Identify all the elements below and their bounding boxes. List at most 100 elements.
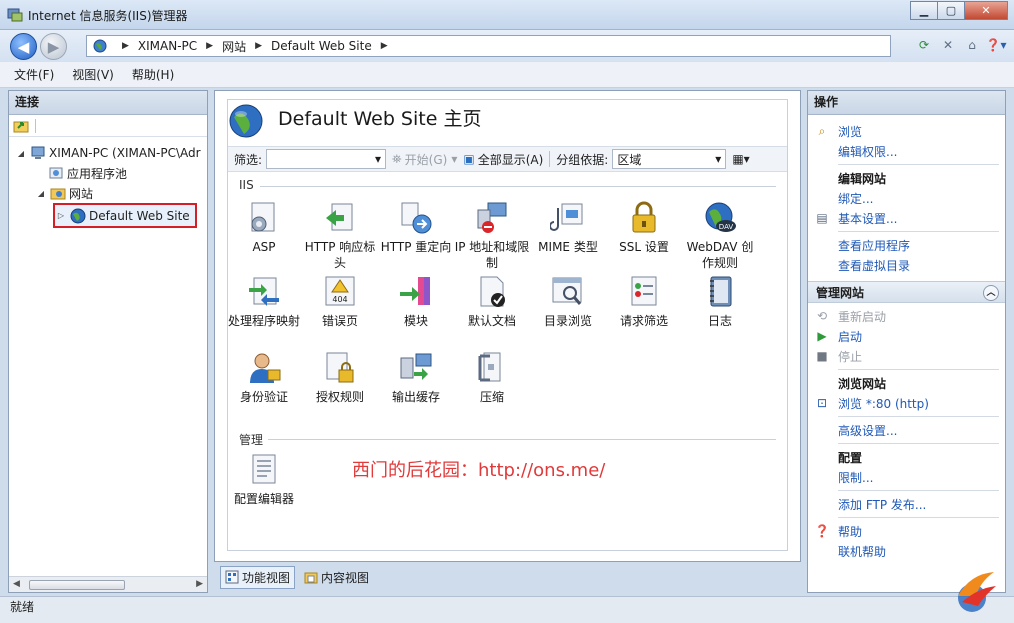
action-edit-permissions[interactable]: 编辑权限... xyxy=(808,141,1005,161)
filter-input[interactable]: ▾ xyxy=(266,149,387,169)
feature-http-response-headers[interactable]: HTTP 响应标头 xyxy=(302,200,378,271)
tree-label: XIMAN-PC (XIMAN-PC\Adr xyxy=(49,146,201,160)
feature-asp[interactable]: ASP xyxy=(226,200,302,255)
connections-tree: ◢ XIMAN-PC (XIMAN-PC\Adr 应用程序池 ◢ 网站 ▷ De… xyxy=(9,137,207,228)
show-all-button[interactable]: ▣ 全部显示(A) xyxy=(463,151,543,168)
site-globe-icon xyxy=(229,104,263,138)
chevron-right-icon: ▶ xyxy=(122,41,129,51)
feature-error-pages[interactable]: 404 错误页 xyxy=(302,274,378,329)
address-segment-sites[interactable]: 网站 xyxy=(222,38,246,55)
feature-ip-domain-restrictions[interactable]: IP 地址和域限制 xyxy=(454,200,530,271)
action-bindings[interactable]: 绑定... xyxy=(808,188,1005,208)
action-advanced-settings[interactable]: 高级设置... xyxy=(808,420,1005,440)
back-button[interactable]: ◀ xyxy=(10,33,37,60)
action-help[interactable]: ❓ 帮助 xyxy=(808,521,1005,541)
scroll-left-icon[interactable]: ◀ xyxy=(13,579,20,589)
address-toolbar: ⟳ ✕ ⌂ ❓▾ xyxy=(910,36,1007,54)
feature-logging[interactable]: 日志 xyxy=(682,274,758,329)
compression-clamp-icon xyxy=(478,352,501,382)
feature-authorization-rules[interactable]: 授权规则 xyxy=(302,350,378,405)
action-view-virtual-directories[interactable]: 查看虚拟目录 xyxy=(808,255,1005,275)
minimize-button[interactable]: ▁ xyxy=(910,1,938,20)
settings-document-icon: ▤ xyxy=(816,211,828,225)
feature-mime-types[interactable]: MIME 类型 xyxy=(530,200,606,255)
action-browse-port-80[interactable]: ⊡ 浏览 *:80 (http) xyxy=(808,393,1005,413)
config-heading: 配置 xyxy=(838,450,863,465)
collapse-arrow-icon[interactable]: ◢ xyxy=(15,149,27,158)
request-filtering-icon xyxy=(631,276,657,306)
tree-label: 应用程序池 xyxy=(67,166,128,181)
content-view-icon xyxy=(304,572,318,584)
tab-features-view[interactable]: 功能视图 xyxy=(220,565,296,589)
expand-arrow-icon[interactable]: ▷ xyxy=(55,211,67,220)
connections-panel: 连接 ◢ XIMAN-PC (XIMAN-PC\Adr 应用程序池 ◢ 网站 ▷… xyxy=(8,90,208,593)
output-caching-icon xyxy=(400,353,432,380)
features-view-icon xyxy=(225,570,239,584)
feature-ssl-settings[interactable]: SSL 设置 xyxy=(606,200,682,255)
feature-webdav-authoring-rules[interactable]: DAV WebDAV 创作规则 xyxy=(682,200,758,271)
scrollbar-thumb[interactable] xyxy=(29,580,125,590)
address-bar: ◀ ▶ ▶ XIMAN-PC ▶ 网站 ▶ Default Web Site ▶… xyxy=(0,30,1014,62)
action-online-help[interactable]: 联机帮助 xyxy=(808,541,1005,561)
group-by-select[interactable]: 区域 ▾ xyxy=(612,149,727,169)
connections-title: 连接 xyxy=(9,91,207,115)
feature-request-filtering[interactable]: 请求筛选 xyxy=(606,274,682,329)
menu-file[interactable]: 文件(F) xyxy=(14,66,54,83)
modules-icon xyxy=(400,277,430,305)
action-view-applications[interactable]: 查看应用程序 xyxy=(808,235,1005,255)
action-basic-settings[interactable]: ▤ 基本设置... xyxy=(808,208,1005,228)
feature-modules[interactable]: 模块 xyxy=(378,274,454,329)
tree-node-server[interactable]: ◢ XIMAN-PC (XIMAN-PC\Adr xyxy=(9,143,207,163)
feature-http-redirect[interactable]: HTTP 重定向 xyxy=(378,200,454,255)
page-title: Default Web Site 主页 xyxy=(278,108,482,130)
webdav-icon: DAV xyxy=(705,202,736,232)
scroll-right-icon[interactable]: ▶ xyxy=(196,579,203,589)
address-segment-computer[interactable]: XIMAN-PC xyxy=(138,39,197,53)
action-browse[interactable]: ⌕ 浏览 xyxy=(808,121,1005,141)
address-segment-site[interactable]: Default Web Site xyxy=(271,39,372,53)
tree-node-app-pools[interactable]: 应用程序池 xyxy=(9,163,207,183)
section-divider xyxy=(268,439,776,440)
close-button[interactable]: ✕ xyxy=(964,1,1008,20)
maximize-button[interactable]: ▢ xyxy=(937,1,965,20)
feature-configuration-editor[interactable]: 配置编辑器 xyxy=(226,452,302,507)
tab-content-view[interactable]: 内容视图 xyxy=(299,566,374,589)
section-divider xyxy=(260,186,776,187)
tree-node-default-web-site[interactable]: ▷ Default Web Site xyxy=(53,203,197,228)
browse-icon: ⌕ xyxy=(818,123,826,138)
tree-node-sites[interactable]: ◢ 网站 xyxy=(9,183,207,203)
view-mode-button[interactable]: ▦▾ xyxy=(732,152,749,166)
action-add-ftp-publishing[interactable]: 添加 FTP 发布... xyxy=(808,494,1005,514)
app-pool-icon xyxy=(49,167,63,179)
feature-default-document[interactable]: 默认文档 xyxy=(454,274,530,329)
home-icon[interactable]: ⌂ xyxy=(962,36,982,54)
menu-view[interactable]: 视图(V) xyxy=(72,66,114,83)
forward-button[interactable]: ▶ xyxy=(40,33,67,60)
menu-help[interactable]: 帮助(H) xyxy=(132,66,174,83)
iis-app-icon xyxy=(7,8,23,22)
action-stop[interactable]: ■ 停止 xyxy=(808,346,1005,366)
action-limits[interactable]: 限制... xyxy=(808,467,1005,487)
menu-bar: 文件(F) 视图(V) 帮助(H) xyxy=(0,62,1014,88)
connect-icon[interactable] xyxy=(13,119,29,133)
feature-authentication[interactable]: 身份验证 xyxy=(226,350,302,405)
status-bar: 就绪 xyxy=(0,596,1014,623)
address-path[interactable]: ▶ XIMAN-PC ▶ 网站 ▶ Default Web Site ▶ xyxy=(86,35,891,57)
collapse-chevron-icon[interactable]: ︿ xyxy=(983,285,999,301)
feature-compression[interactable]: 压缩 xyxy=(454,350,530,405)
refresh-icon[interactable]: ⟳ xyxy=(914,36,934,54)
collapse-arrow-icon[interactable]: ◢ xyxy=(35,189,47,198)
start-filter-button[interactable]: ⛯ 开始(G) ▾ xyxy=(392,151,457,168)
error-page-icon: 404 xyxy=(325,276,355,306)
action-start[interactable]: ▶ 启动 xyxy=(808,326,1005,346)
dropdown-arrow-icon: ▾ xyxy=(715,152,722,166)
chevron-right-icon: ▶ xyxy=(255,41,263,51)
feature-handler-mappings[interactable]: 处理程序映射 xyxy=(226,274,302,329)
feature-directory-browsing[interactable]: 目录浏览 xyxy=(530,274,606,329)
stop-icon[interactable]: ✕ xyxy=(938,36,958,54)
tree-horizontal-scrollbar[interactable]: ◀ ▶ xyxy=(9,576,207,592)
feature-output-caching[interactable]: 输出缓存 xyxy=(378,350,454,405)
help-icon[interactable]: ❓▾ xyxy=(986,36,1007,54)
action-restart[interactable]: ⟲ 重新启动 xyxy=(808,306,1005,326)
action-divider xyxy=(838,443,999,444)
